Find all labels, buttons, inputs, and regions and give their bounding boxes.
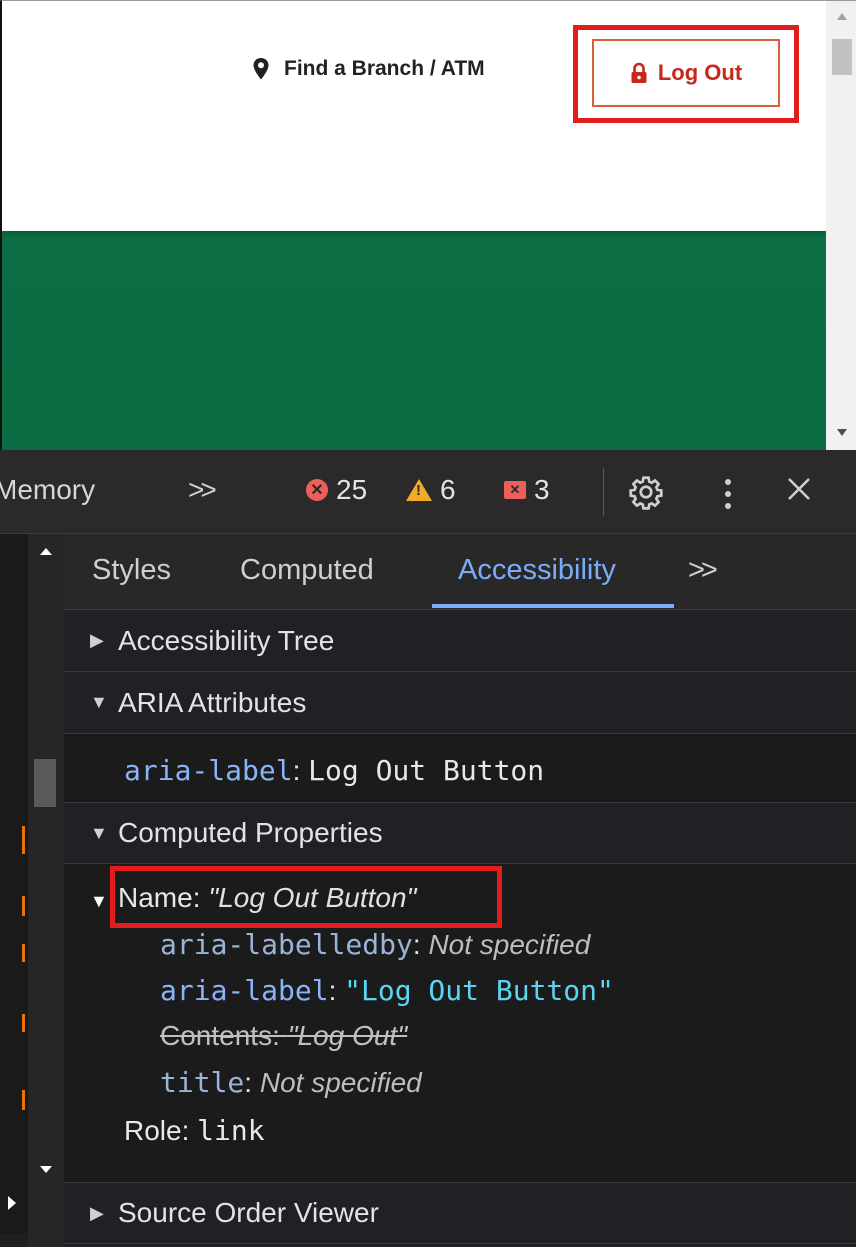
attribute-name: aria-label <box>160 974 329 1007</box>
colon: : <box>292 755 309 786</box>
page-scroll-thumb[interactable] <box>832 39 852 75</box>
section-label: Computed Properties <box>118 817 383 848</box>
warning-icon: ! <box>406 479 432 501</box>
section-label: Accessibility Tree <box>118 624 335 656</box>
scroll-up-arrow-icon[interactable] <box>837 13 847 20</box>
tab-memory[interactable]: Memory <box>0 474 95 506</box>
error-icon: ✕ <box>306 479 328 501</box>
accessibility-pane: ▶ Accessibility Tree ▼ ARIA Attributes a… <box>64 610 856 1247</box>
colon: : <box>412 929 429 960</box>
scroll-down-arrow-icon[interactable] <box>40 1166 52 1173</box>
close-icon <box>788 478 810 500</box>
attribute-value: "Log Out Button" <box>344 974 614 1007</box>
section-accessibility-tree[interactable]: ▶ Accessibility Tree <box>64 610 856 672</box>
more-tabs-button[interactable]: >> <box>188 474 217 506</box>
role-value: link <box>197 1114 265 1147</box>
issue-count: 3 <box>534 474 550 505</box>
attribute-value: Not specified <box>428 929 591 960</box>
labelledby-row: aria-labelledby: Not specified <box>160 928 590 961</box>
expanded-triangle-icon: ▼ <box>90 891 108 911</box>
collapsed-triangle-icon: ▶ <box>90 1202 104 1223</box>
location-pin-icon <box>253 58 269 80</box>
active-tab-indicator <box>432 604 674 608</box>
logout-label: Log Out <box>657 60 743 85</box>
kebab-menu-icon <box>725 479 731 509</box>
page-scrollbar[interactable] <box>826 1 856 450</box>
section-label: Source Order Viewer <box>118 1197 379 1228</box>
scroll-down-arrow-icon[interactable] <box>837 429 847 436</box>
elements-scroll-thumb[interactable] <box>34 759 56 807</box>
attribute-name: title <box>160 1066 245 1099</box>
lock-icon <box>631 62 647 83</box>
contents-value: "Log Out" <box>287 1020 408 1051</box>
name-value: "Log Out Button" <box>208 882 417 913</box>
expand-arrow-icon[interactable] <box>8 1196 16 1210</box>
more-sidebar-tabs-button[interactable]: >> <box>688 554 718 587</box>
change-marker <box>22 1090 25 1110</box>
colon: : <box>244 1067 260 1098</box>
change-marker <box>22 1014 25 1032</box>
attribute-value: Log Out Button <box>308 754 545 787</box>
elements-gutter <box>0 534 64 1247</box>
tab-computed[interactable]: Computed <box>240 554 374 587</box>
scroll-up-arrow-icon[interactable] <box>40 548 52 555</box>
warning-count: 6 <box>440 474 456 505</box>
issues-counter[interactable]: ✕ 3 <box>504 474 550 506</box>
tab-accessibility[interactable]: Accessibility <box>458 554 616 587</box>
name-label: Name: <box>118 882 209 913</box>
sidebar-tabs: Styles Computed Accessibility >> <box>64 534 856 610</box>
more-options-button[interactable] <box>722 474 734 514</box>
logout-button[interactable]: Log Out <box>592 39 780 107</box>
title-source-row: title: Not specified <box>160 1066 422 1099</box>
expanded-triangle-icon: ▼ <box>90 822 108 843</box>
close-devtools-button[interactable] <box>784 474 814 504</box>
section-computed-properties[interactable]: ▼ Computed Properties <box>64 802 856 864</box>
attribute-name: aria-labelledby <box>160 928 413 961</box>
hero-banner <box>2 231 826 450</box>
section-source-order-viewer[interactable]: ▶ Source Order Viewer <box>64 1182 856 1244</box>
find-branch-label: Find a Branch / ATM <box>284 57 485 80</box>
elements-scrollbar[interactable] <box>28 534 64 1247</box>
contents-label: Contents: <box>160 1020 288 1051</box>
collapsed-triangle-icon: ▶ <box>90 630 104 650</box>
expanded-triangle-icon: ▼ <box>90 692 108 712</box>
change-marker <box>22 826 25 854</box>
toolbar-divider <box>603 468 604 516</box>
issue-icon: ✕ <box>504 481 526 499</box>
attribute-name: aria-label <box>124 754 293 787</box>
aria-label-source-row: aria-label: "Log Out Button" <box>160 974 614 1007</box>
contents-source-row: Contents: "Log Out" <box>160 1020 407 1052</box>
tab-styles[interactable]: Styles <box>92 554 171 587</box>
section-aria-attributes[interactable]: ▼ ARIA Attributes <box>64 672 856 734</box>
role-row: Role: link <box>124 1114 265 1147</box>
page-preview: Find a Branch / ATM Log Out <box>0 0 856 450</box>
change-marker <box>22 896 25 916</box>
error-counter[interactable]: ✕ 25 <box>306 474 367 506</box>
role-label: Role: <box>124 1115 198 1146</box>
section-label: ARIA Attributes <box>118 686 307 718</box>
warning-counter[interactable]: ! 6 <box>406 474 456 506</box>
settings-button[interactable] <box>628 474 664 510</box>
computed-name-row[interactable]: ▼ Name: "Log Out Button" <box>90 882 417 914</box>
aria-label-row[interactable]: aria-label: Log Out Button <box>124 754 544 787</box>
colon: : <box>328 975 345 1006</box>
site-header: Find a Branch / ATM Log Out <box>2 1 826 231</box>
gear-icon <box>629 476 663 510</box>
dom-tree-edge <box>0 534 30 1234</box>
devtools-toolbar: Memory >> ✕ 25 ! 6 ✕ 3 <box>0 450 856 534</box>
change-marker <box>22 944 25 962</box>
find-branch-link[interactable]: Find a Branch / ATM <box>252 57 485 81</box>
attribute-value: Not specified <box>259 1067 422 1098</box>
error-count: 25 <box>336 474 368 505</box>
devtools-panel: Memory >> ✕ 25 ! 6 ✕ 3 Styles Computed A… <box>0 450 856 1247</box>
